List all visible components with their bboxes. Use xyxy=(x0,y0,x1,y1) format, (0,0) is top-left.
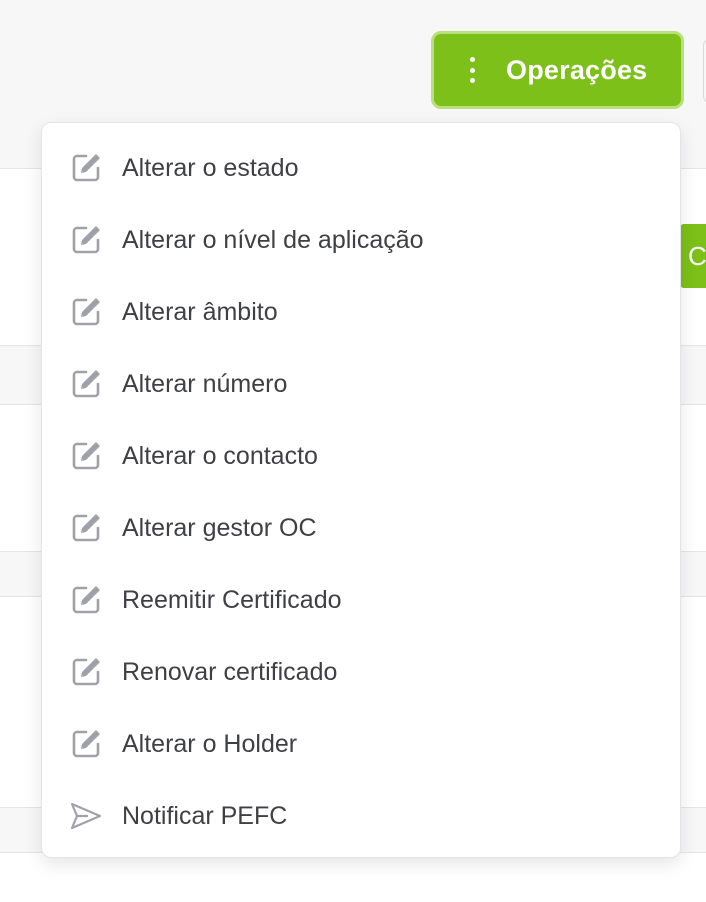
menu-item-label: Alterar o contacto xyxy=(122,441,318,470)
menu-item-alterar-contacto[interactable]: Alterar o contacto xyxy=(42,420,680,492)
menu-item-alterar-nivel-aplicacao[interactable]: Alterar o nível de aplicação xyxy=(42,204,680,276)
edit-icon xyxy=(69,511,103,545)
vertical-dots-icon xyxy=(470,57,476,83)
menu-item-label: Alterar o Holder xyxy=(122,729,298,758)
menu-item-notificar-pefc[interactable]: Notificar PEFC xyxy=(42,780,680,852)
send-icon xyxy=(69,799,103,833)
menu-item-label: Reemitir Certificado xyxy=(122,585,342,614)
page: C Operações Alterar o estado Alterar o n… xyxy=(0,0,706,902)
background-row xyxy=(0,852,706,902)
edit-icon xyxy=(69,439,103,473)
menu-item-alterar-ambito[interactable]: Alterar âmbito xyxy=(42,276,680,348)
edit-icon xyxy=(69,583,103,617)
menu-item-alterar-holder[interactable]: Alterar o Holder xyxy=(42,708,680,780)
edit-icon xyxy=(69,295,103,329)
menu-item-label: Alterar o nível de aplicação xyxy=(122,225,424,254)
edit-icon xyxy=(69,151,103,185)
menu-item-label: Alterar gestor OC xyxy=(122,513,317,542)
menu-item-alterar-gestor-oc[interactable]: Alterar gestor OC xyxy=(42,492,680,564)
operations-dropdown-menu: Alterar o estado Alterar o nível de apli… xyxy=(41,122,681,858)
background-action-button[interactable]: C xyxy=(680,224,706,288)
menu-item-label: Alterar âmbito xyxy=(122,297,278,326)
background-action-label: C xyxy=(688,241,706,271)
menu-item-label: Alterar o estado xyxy=(122,153,299,182)
edit-icon xyxy=(69,727,103,761)
menu-item-renovar-certificado[interactable]: Renovar certificado xyxy=(42,636,680,708)
menu-item-label: Notificar PEFC xyxy=(122,801,288,830)
edit-icon xyxy=(69,223,103,257)
menu-item-alterar-numero[interactable]: Alterar número xyxy=(42,348,680,420)
operations-button-label: Operações xyxy=(506,54,648,85)
menu-item-reemitir-certificado[interactable]: Reemitir Certificado xyxy=(42,564,680,636)
menu-item-alterar-estado[interactable]: Alterar o estado xyxy=(42,132,680,204)
edit-icon xyxy=(69,655,103,689)
menu-item-label: Alterar número xyxy=(122,369,288,398)
menu-item-label: Renovar certificado xyxy=(122,657,338,686)
operations-button[interactable]: Operações xyxy=(431,31,684,109)
edit-icon xyxy=(69,367,103,401)
